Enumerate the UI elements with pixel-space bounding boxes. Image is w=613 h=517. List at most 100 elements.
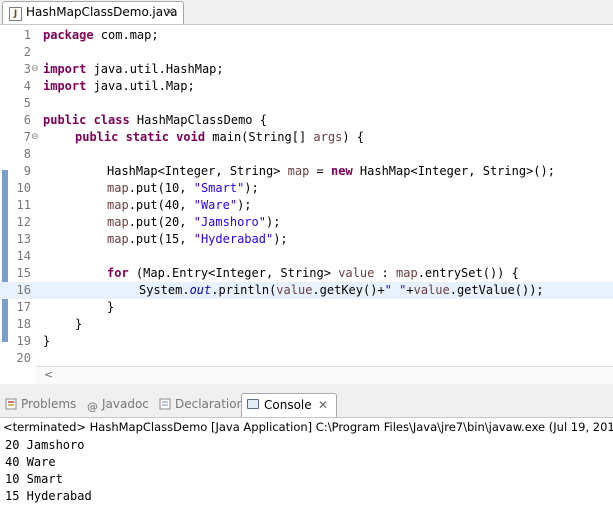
code-text: + — [406, 283, 414, 297]
code-line: import java.util.HashMap; — [43, 61, 224, 78]
console-output-line: 40 Ware — [5, 455, 56, 469]
code-text: .put(20, — [128, 215, 194, 229]
variable: value — [338, 266, 375, 280]
console-output-line: 20 Jamshoro — [5, 438, 85, 452]
code-line: public class HashMapClassDemo { — [43, 112, 267, 129]
line-number: 18 — [16, 317, 31, 331]
line-number: 3 — [23, 62, 31, 76]
keyword: public class — [43, 113, 130, 127]
code-text: .getValue()); — [449, 283, 544, 297]
variable: args — [313, 130, 343, 144]
code-text: .getKey()+ — [312, 283, 385, 297]
code-line: } — [107, 300, 115, 314]
editor-tab-title: HashMapClassDemo.java — [26, 5, 178, 19]
line-number: 7 — [23, 130, 31, 144]
view-tab-bar: Problems @ Javadoc Declaration Console ✕ — [0, 393, 613, 418]
variable: map — [107, 198, 129, 212]
line-number: 5 — [23, 96, 31, 110]
code-line: package com.map; — [43, 27, 159, 44]
keyword: for — [107, 266, 129, 280]
code-text: ); — [237, 198, 252, 212]
changed-lines-marker — [2, 170, 8, 342]
scroll-left-icon[interactable]: < — [44, 368, 53, 381]
code-line: map.put(20, "Jamshoro"); — [107, 214, 280, 231]
variable: map — [396, 266, 418, 280]
variable: value — [413, 283, 450, 297]
code-text: ); — [265, 215, 281, 229]
pane-separator — [0, 384, 613, 393]
console-icon — [247, 399, 259, 409]
code-text: java.util.Map; — [86, 79, 195, 93]
string-literal: " " — [384, 283, 407, 297]
code-line: map.put(15, "Hyderabad"); — [107, 231, 288, 248]
editor-tab-bar: J HashMapClassDemo.java ✕ — [0, 0, 613, 25]
line-number: 19 — [16, 334, 31, 348]
variable: map — [107, 232, 129, 246]
keyword: import — [43, 79, 87, 93]
line-number: 17 — [16, 300, 31, 314]
code-text: (Map.Entry<Integer, String> — [128, 266, 339, 280]
console-output-line: 10 Smart — [5, 472, 63, 486]
variable: map — [287, 164, 310, 178]
keyword: package — [43, 28, 94, 42]
line-number: 13 — [16, 232, 31, 246]
at-sign-icon: @ — [87, 400, 98, 413]
tab-problems-label: Problems — [21, 397, 77, 411]
code-text: : — [374, 266, 397, 280]
tab-problems[interactable]: Problems — [5, 397, 76, 415]
tab-javadoc-label: Javadoc — [102, 397, 149, 411]
code-text: = — [309, 164, 331, 178]
line-number: 8 — [23, 147, 31, 161]
code-text: com.map; — [93, 28, 159, 42]
code-line: } — [43, 334, 51, 348]
line-number: 9 — [23, 164, 31, 178]
fold-collapse-icon[interactable]: ⊖ — [31, 129, 39, 146]
line-number: 11 — [16, 198, 31, 212]
tab-declaration[interactable]: Declaration — [159, 397, 244, 415]
code-text: HashMap<Integer, String> — [107, 164, 288, 178]
code-line: for (Map.Entry<Integer, String> value : … — [107, 265, 519, 282]
variable: map — [107, 181, 129, 195]
code-line: import java.util.Map; — [43, 78, 195, 95]
code-text: main(String[] — [205, 130, 314, 144]
problems-icon — [5, 398, 17, 410]
line-number: 10 — [16, 181, 31, 195]
fold-collapse-icon[interactable]: ⊖ — [31, 61, 39, 78]
console-status-line: <terminated> HashMapClassDemo [Java Appl… — [3, 420, 613, 434]
line-number: 14 — [16, 249, 31, 263]
tab-console-label: Console — [264, 398, 312, 412]
keyword: import — [43, 62, 87, 76]
console-view[interactable]: <terminated> HashMapClassDemo [Java Appl… — [0, 418, 613, 517]
code-text: .put(15, — [128, 232, 194, 246]
editor-tab-hashmapclassdemo[interactable]: J HashMapClassDemo.java ✕ — [2, 1, 184, 24]
code-text: ); — [273, 232, 288, 246]
string-literal: "Smart" — [193, 181, 245, 195]
line-number: 2 — [23, 45, 31, 59]
tab-console[interactable]: Console ✕ — [241, 393, 337, 417]
keyword: new — [331, 164, 353, 178]
variable: map — [107, 215, 129, 229]
variable: value — [276, 283, 313, 297]
line-number: 15 — [16, 266, 31, 280]
tab-declaration-label: Declaration — [175, 397, 245, 411]
tab-javadoc[interactable]: @ Javadoc — [87, 397, 149, 415]
code-editor[interactable]: 1 2 3 4 5 6 7 8 9 10 11 12 13 14 15 16 1… — [0, 25, 613, 366]
line-number: 20 — [16, 351, 31, 365]
code-text: ) { — [342, 130, 365, 144]
line-number: 4 — [23, 79, 31, 93]
line-number: 16 — [16, 283, 31, 297]
code-text: ); — [244, 181, 259, 195]
code-text: .entrySet()) { — [417, 266, 519, 280]
static-field: out — [189, 283, 212, 297]
keyword: public static void — [75, 130, 206, 144]
declaration-icon — [159, 398, 171, 410]
close-icon[interactable]: ✕ — [318, 398, 328, 412]
code-text: .put(40, — [128, 198, 194, 212]
code-text: .println( — [211, 283, 277, 297]
horizontal-scrollbar[interactable]: < — [36, 366, 613, 384]
code-text: HashMap<Integer, String>(); — [352, 164, 555, 178]
close-icon[interactable]: ✕ — [165, 5, 175, 19]
line-number: 6 — [23, 113, 31, 127]
code-line: System.out.println(value.getKey()+" "+va… — [139, 282, 544, 299]
code-line: } — [75, 317, 83, 331]
